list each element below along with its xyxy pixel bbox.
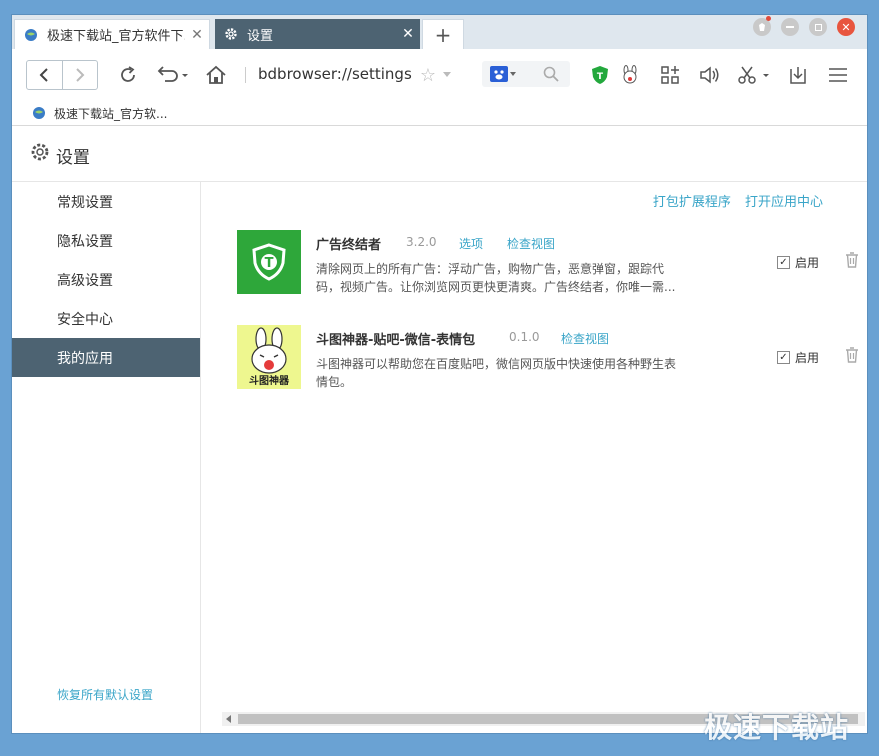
- chevron-right-icon: [76, 68, 85, 82]
- browser-window: 极速下载站_官方软件下... ✕ 设置 ✕ + ✕ bdbrowser://se…: [11, 14, 868, 734]
- plus-icon: +: [434, 22, 452, 47]
- bookmark-label: 极速下载站_官方软...: [54, 106, 168, 121]
- enable-label: 启用: [795, 256, 820, 270]
- inspect-view-link[interactable]: 检查视图: [507, 235, 555, 252]
- rabbit-icon[interactable]: [618, 63, 642, 87]
- app-name: 斗图神器-贴吧-微信-表情包: [316, 333, 476, 348]
- app-description: 清除网页上的所有广告：浮动广告，购物广告，恶意弹窗，跟踪代码，视频广告。让你浏览…: [316, 262, 676, 294]
- bookmark-item[interactable]: 极速下载站_官方软...: [32, 101, 167, 125]
- app-item: T 广告终结者 3.2.0 选项 检查视图 清除网页上的所有广告：浮动广告，购物…: [237, 230, 859, 300]
- checkbox-checked-icon: ✓: [777, 256, 790, 269]
- app-name: 广告终结者: [316, 238, 382, 253]
- chevron-left-icon: [39, 68, 48, 82]
- globe-icon: [23, 27, 39, 43]
- toolbar: bdbrowser://settings ☆ T: [12, 49, 867, 101]
- enable-checkbox[interactable]: ✓ 启用: [777, 349, 819, 366]
- svg-text:T: T: [265, 256, 274, 271]
- trash-icon[interactable]: [845, 252, 859, 272]
- chevron-down-icon[interactable]: [440, 63, 454, 87]
- close-icon[interactable]: ✕: [396, 26, 420, 42]
- gear-icon: [223, 26, 239, 42]
- svg-text:T: T: [597, 72, 604, 82]
- inspect-view-link[interactable]: 检查视图: [561, 330, 609, 347]
- trash-icon[interactable]: [845, 347, 859, 367]
- new-tab-button[interactable]: +: [422, 19, 464, 49]
- toolbar-separator: [245, 67, 246, 83]
- checkbox-checked-icon: ✓: [777, 351, 790, 364]
- home-icon[interactable]: [204, 63, 228, 87]
- tab-label: 设置: [247, 28, 274, 44]
- ad-blocker-logo: T: [237, 230, 301, 294]
- baidu-paw-icon: [490, 66, 508, 86]
- back-button[interactable]: [27, 61, 63, 89]
- tab-strip: 极速下载站_官方软件下... ✕ 设置 ✕ + ✕: [12, 15, 867, 49]
- undo-icon[interactable]: [154, 63, 190, 87]
- minimize-icon: [786, 26, 794, 28]
- maximize-icon: [814, 23, 822, 31]
- address-bar[interactable]: bdbrowser://settings: [258, 65, 412, 83]
- logo-text: 斗图神器: [249, 376, 289, 387]
- chevron-down-icon: [510, 72, 516, 76]
- close-icon: ✕: [841, 20, 851, 34]
- tab-settings[interactable]: 设置 ✕: [215, 19, 420, 49]
- star-icon[interactable]: ☆: [416, 63, 440, 87]
- sidebar-item-my-apps[interactable]: 我的应用: [12, 338, 200, 377]
- close-window-button[interactable]: ✕: [837, 18, 855, 36]
- search-box[interactable]: [482, 61, 570, 87]
- notification-dot: [766, 16, 771, 21]
- scissors-icon[interactable]: [736, 63, 772, 87]
- app-version: 3.2.0: [406, 235, 437, 249]
- restore-defaults-link[interactable]: 恢复所有默认设置: [57, 686, 153, 703]
- forward-button[interactable]: [63, 61, 98, 89]
- gear-icon: [30, 142, 50, 166]
- main-content: 打包扩展程序 打开应用中心 T 广告终结者 3.2.0 选项 检查视图 清除网页…: [201, 182, 867, 733]
- watermark: 极速下载站: [704, 711, 850, 744]
- tab-label: 极速下载站_官方软件下...: [47, 29, 185, 44]
- search-icon[interactable]: [542, 65, 560, 87]
- ad-blocker-icon[interactable]: T: [588, 63, 612, 87]
- menu-icon[interactable]: [826, 63, 850, 87]
- enable-checkbox[interactable]: ✓ 启用: [777, 254, 819, 271]
- doutu-logo: 斗图神器: [237, 325, 301, 389]
- close-icon[interactable]: ✕: [185, 27, 209, 43]
- minimize-button[interactable]: [781, 18, 799, 36]
- pack-extension-link[interactable]: 打包扩展程序: [653, 195, 731, 210]
- apps-icon[interactable]: [658, 63, 682, 87]
- globe-icon: [32, 106, 46, 120]
- app-version: 0.1.0: [509, 330, 540, 344]
- maximize-button[interactable]: [809, 18, 827, 36]
- enable-label: 启用: [795, 351, 820, 365]
- settings-header: 设置: [12, 126, 867, 182]
- top-links: 打包扩展程序 打开应用中心: [643, 191, 823, 210]
- app-description: 斗图神器可以帮助您在百度贴吧，微信网页版中快速使用各种野生表情包。: [316, 357, 677, 389]
- open-app-center-link[interactable]: 打开应用中心: [745, 195, 823, 210]
- app-item: 斗图神器 斗图神器-贴吧-微信-表情包 0.1.0 检查视图 斗图神器可以帮助您…: [237, 325, 859, 395]
- bookmarks-bar: 极速下载站_官方软...: [12, 101, 867, 125]
- options-link[interactable]: 选项: [459, 235, 483, 252]
- page-title: 设置: [56, 148, 90, 168]
- nav-buttons: [26, 60, 98, 90]
- volume-icon[interactable]: [698, 63, 722, 87]
- scroll-left-icon[interactable]: [226, 715, 231, 723]
- download-icon[interactable]: [786, 63, 810, 87]
- sidebar: 常规设置 隐私设置 高级设置 安全中心 我的应用 恢复所有默认设置: [12, 182, 201, 733]
- sidebar-item-security[interactable]: 安全中心: [12, 299, 200, 338]
- refresh-icon[interactable]: [116, 63, 140, 87]
- tab-download-site[interactable]: 极速下载站_官方软件下... ✕: [14, 19, 210, 49]
- sidebar-item-general[interactable]: 常规设置: [12, 182, 200, 221]
- sidebar-item-advanced[interactable]: 高级设置: [12, 260, 200, 299]
- sidebar-item-privacy[interactable]: 隐私设置: [12, 221, 200, 260]
